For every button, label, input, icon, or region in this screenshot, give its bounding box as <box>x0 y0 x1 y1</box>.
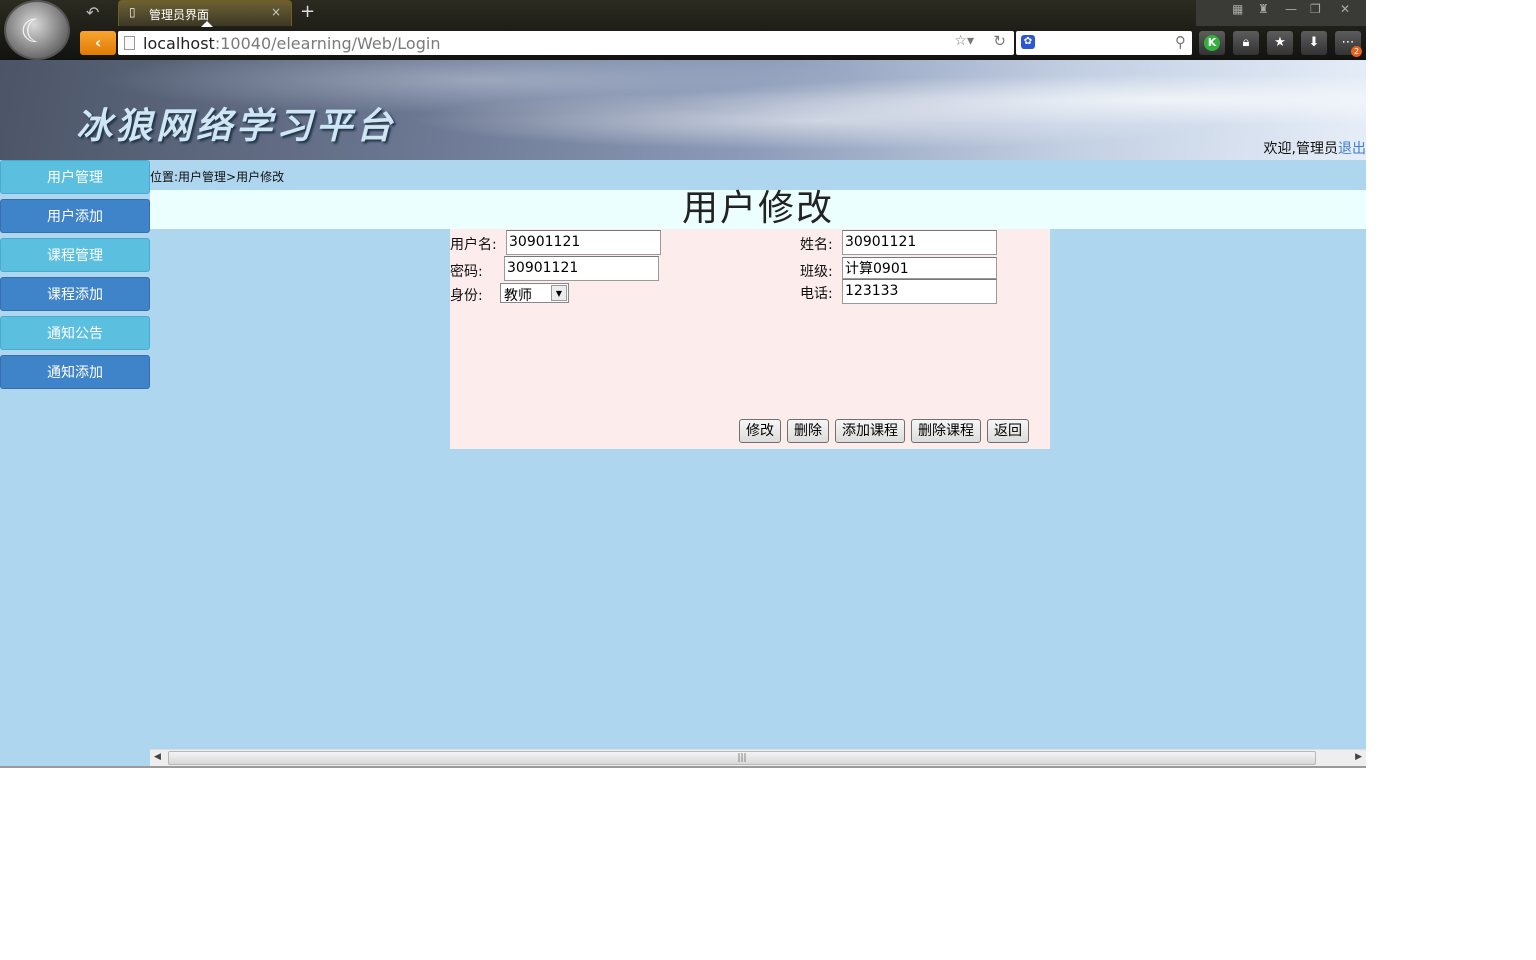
class-label: 班级: <box>800 264 833 280</box>
browser-window: ☾ ↶ ▯ 管理员界面 × + ▦ ♜ — ❐ ✕ ‹ localhost:10… <box>0 0 1366 768</box>
tab-title: 管理员界面 <box>149 8 210 22</box>
favorites-star-icon[interactable]: ★ <box>1267 31 1293 55</box>
skin-icon[interactable]: ♜ <box>1258 2 1269 16</box>
scroll-left-icon[interactable]: ◀ <box>154 752 161 762</box>
grid-icon[interactable]: ▦ <box>1232 2 1243 16</box>
sidebar-item-user-management[interactable]: 用户管理 <box>0 160 150 194</box>
tab-pointer <box>201 21 213 27</box>
phone-field[interactable]: 123133 <box>842 279 997 304</box>
notification-badge: 2 <box>1351 46 1362 57</box>
breadcrumb: 位置:用户管理>用户修改 <box>150 170 285 184</box>
url-text: localhost:10040/elearning/Web/Login <box>143 34 441 53</box>
address-bar[interactable]: localhost:10040/elearning/Web/Login ☆▾ ↻ <box>118 31 1014 55</box>
bookmark-star-icon[interactable]: ☆▾ <box>954 33 974 49</box>
new-tab-button[interactable]: + <box>300 1 315 22</box>
search-engine-icon[interactable]: ✿ <box>1021 35 1035 49</box>
logout-link[interactable]: 退出 <box>1338 141 1366 157</box>
page-icon <box>124 36 135 50</box>
delete-course-button[interactable]: 删除课程 <box>911 419 981 443</box>
tab-close-icon[interactable]: × <box>271 5 281 19</box>
chevron-down-icon[interactable]: ▼ <box>551 285 567 301</box>
password-label: 密码: <box>450 264 483 280</box>
window-bottom-border <box>0 766 1366 768</box>
username-label: 用户名: <box>450 237 497 253</box>
username-field[interactable]: 30901121 <box>506 230 661 255</box>
horizontal-scrollbar[interactable]: ◀ ||| ▶ <box>150 749 1366 766</box>
sidebar-item-course-management[interactable]: 课程管理 <box>0 238 150 272</box>
tab-admin[interactable]: ▯ 管理员界面 × <box>118 0 292 27</box>
scroll-right-icon[interactable]: ▶ <box>1355 752 1362 762</box>
sidebar-item-notices[interactable]: 通知公告 <box>0 316 150 350</box>
user-edit-form: 用户名: 30901121 密码: 30901121 身份: 教师 ▼ 姓名: … <box>450 229 1050 449</box>
close-window-icon[interactable]: ✕ <box>1340 2 1350 16</box>
site-title: 冰狼网络学习平台 <box>76 105 397 147</box>
name-label: 姓名: <box>800 237 833 253</box>
class-field[interactable]: 计算0901 <box>842 257 997 279</box>
sidebar-item-course-add[interactable]: 课程添加 <box>0 277 150 311</box>
name-field[interactable]: 30901121 <box>842 230 997 255</box>
role-selected-value: 教师 <box>504 288 532 304</box>
reload-icon[interactable]: ↻ <box>993 32 1006 50</box>
document-icon: ▯ <box>129 5 136 19</box>
undo-close-tab-icon[interactable]: ↶ <box>86 3 99 22</box>
site-banner: 冰狼网络学习平台 欢迎,管理员退出 <box>0 60 1366 160</box>
lock-icon[interactable]: 🔒︎ <box>1233 31 1259 55</box>
role-select[interactable]: 教师 ▼ <box>500 283 569 304</box>
welcome-label: 欢迎,管理员 <box>1263 141 1338 157</box>
page-title: 用户修改 <box>681 188 834 229</box>
sidebar-item-notice-add[interactable]: 通知添加 <box>0 355 150 389</box>
download-icon[interactable]: ⬇ <box>1301 31 1327 55</box>
back-button[interactable]: ‹ <box>80 31 116 55</box>
role-label: 身份: <box>450 288 483 304</box>
browser-toolbar: ☾ ↶ ▯ 管理员界面 × + ▦ ♜ — ❐ ✕ ‹ localhost:10… <box>0 0 1366 60</box>
welcome-text: 欢迎,管理员退出 <box>1264 138 1366 158</box>
modify-button[interactable]: 修改 <box>739 419 781 443</box>
password-field[interactable]: 30901121 <box>504 256 659 281</box>
delete-button[interactable]: 删除 <box>787 419 829 443</box>
add-course-button[interactable]: 添加课程 <box>835 419 905 443</box>
back-button-form[interactable]: 返回 <box>987 419 1029 443</box>
minimize-icon[interactable]: — <box>1285 2 1297 16</box>
sidebar: 用户管理 用户添加 课程管理 课程添加 通知公告 通知添加 <box>0 160 150 768</box>
restore-icon[interactable]: ❐ <box>1310 2 1321 16</box>
sidebar-item-user-add[interactable]: 用户添加 <box>0 199 150 233</box>
browser-logo-icon[interactable]: ☾ <box>4 0 70 60</box>
title-bar: 用户修改 <box>150 188 1366 229</box>
search-icon[interactable]: ⚲ <box>1175 33 1186 51</box>
search-input[interactable]: ✿ ⚲ <box>1016 31 1192 55</box>
k-extension-icon[interactable]: K <box>1199 31 1225 55</box>
phone-label: 电话: <box>800 286 833 302</box>
scrollbar-thumb[interactable]: ||| <box>168 751 1316 765</box>
